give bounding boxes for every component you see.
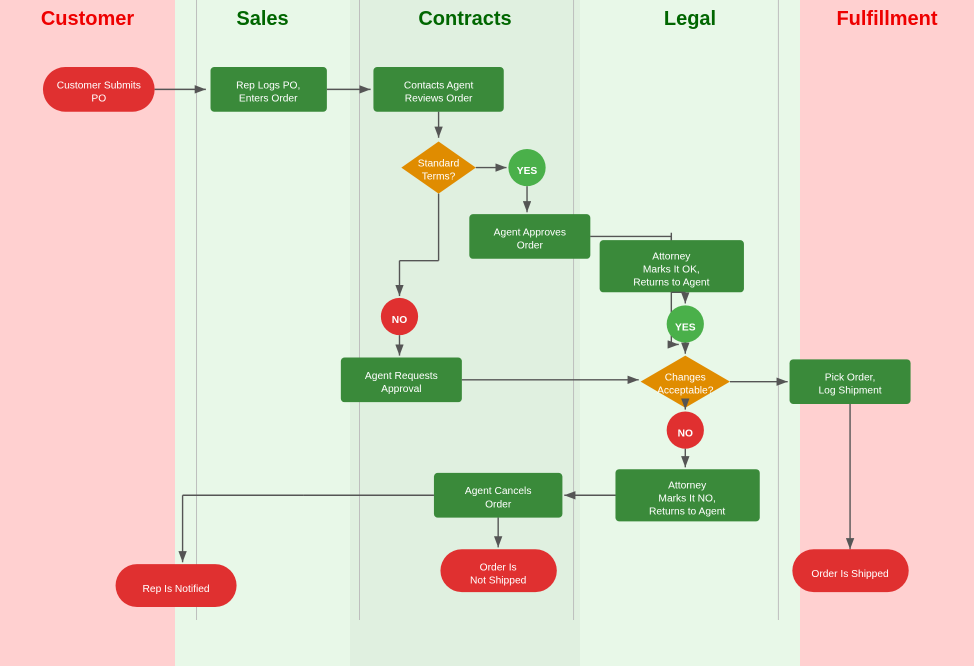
lane-header-customer: Customer (0, 0, 175, 39)
flowchart-container: Customer Sales Contracts Legal Fulfillme… (0, 0, 974, 666)
lane-fulfillment: Fulfillment (800, 0, 974, 666)
lane-header-sales: Sales (175, 0, 350, 39)
lane-customer: Customer (0, 0, 175, 666)
lane-contracts: Contracts (350, 0, 580, 666)
lane-legal: Legal (580, 0, 800, 666)
lane-header-contracts: Contracts (350, 0, 580, 39)
lane-header-fulfillment: Fulfillment (800, 0, 974, 39)
lane-header-legal: Legal (580, 0, 800, 39)
lane-sales: Sales (175, 0, 350, 666)
